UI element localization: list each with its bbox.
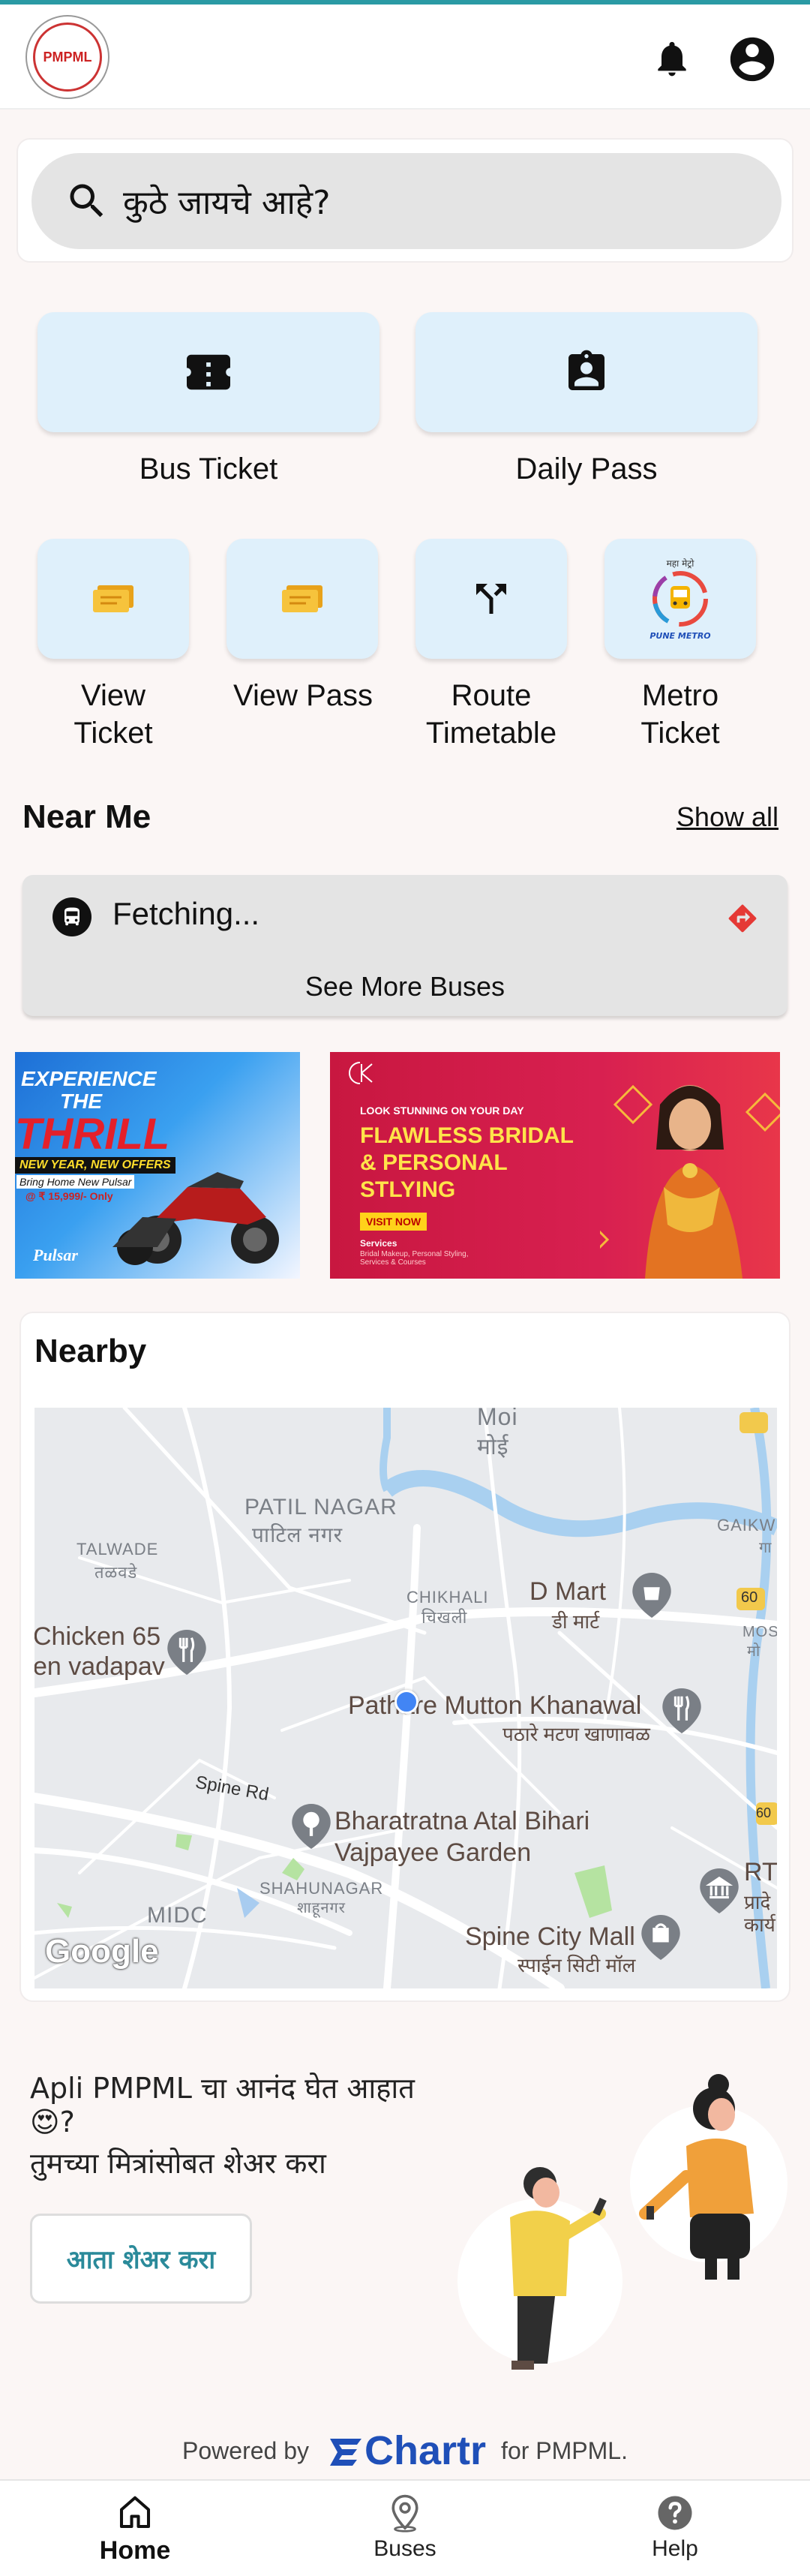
pass-stack-icon	[282, 585, 322, 612]
motorcycle-image	[112, 1172, 279, 1265]
friends-sharing-illustration	[458, 2074, 788, 2370]
restaurant-pin-icon[interactable]	[662, 1688, 702, 1733]
google-logo: Google	[45, 1933, 159, 1970]
view-pass-button[interactable]	[226, 539, 378, 659]
for-pmpml-text: for PMPML.	[501, 2436, 628, 2464]
account-circle-icon[interactable]	[726, 33, 778, 86]
visit-now-button[interactable]: VISIT NOW	[360, 1213, 428, 1231]
share-now-button[interactable]: आता शेअर करा	[30, 2214, 252, 2304]
view-ticket-button[interactable]	[38, 539, 189, 659]
view-pass-label-1: View Pass	[232, 679, 373, 712]
metro-train-icon	[652, 571, 708, 627]
see-more-buses-button[interactable]: See More Buses	[22, 971, 788, 1002]
daily-pass-button[interactable]	[416, 312, 758, 432]
restaurant-pin-icon[interactable]	[166, 1630, 207, 1675]
park-pin-icon[interactable]	[291, 1804, 332, 1849]
bride-image	[600, 1084, 780, 1279]
search-placeholder: कुठे जायचे आहे?	[123, 184, 331, 222]
share-line-1: Apli PMPML चा आनंद घेत आहात	[30, 2072, 415, 2105]
route-timetable-label-2: Timetable	[425, 717, 557, 750]
bus-icon	[52, 897, 92, 936]
search-card: कुठे जायचे आहे?	[16, 138, 794, 263]
route-timetable-label-1: Route	[451, 679, 532, 712]
bus-ticket-button[interactable]	[38, 312, 380, 432]
nearby-card: Nearby Moi मोई PATIL NAGAR पाटिल नगर TAL…	[20, 1312, 790, 2002]
government-pin-icon[interactable]	[699, 1868, 740, 1913]
view-ticket-label-1: View	[81, 679, 146, 712]
nav-buses-label: Buses	[374, 2536, 436, 2561]
nearby-map[interactable]: Moi मोई PATIL NAGAR पाटिल नगर TALWADE तळ…	[34, 1408, 777, 1988]
bell-icon[interactable]	[651, 38, 693, 80]
home-icon	[119, 2496, 151, 2529]
help-icon	[658, 2496, 692, 2530]
bus-ticket-label: Bus Ticket	[139, 452, 278, 485]
daily-pass-label: Daily Pass	[515, 452, 658, 485]
bridal-ad-banner[interactable]: LOOK STUNNING ON YOUR DAY FLAWLESS BRIDA…	[330, 1052, 780, 1279]
metro-ticket-label-1: Metro	[641, 679, 719, 712]
shopping-pin-icon[interactable]	[632, 1573, 672, 1618]
metro-ticket-label-2: Ticket	[640, 717, 720, 750]
chartr-logo[interactable]: Chartr	[327, 2427, 486, 2474]
nearby-title: Nearby	[34, 1333, 147, 1369]
pune-metro-logo: महा मेट्रो PUNE METRO	[650, 558, 711, 641]
metro-ticket-button[interactable]: महा मेट्रो PUNE METRO	[604, 539, 756, 659]
nav-home-label: Home	[99, 2536, 171, 2565]
salon-logo-icon	[349, 1062, 373, 1084]
pulsar-ad-banner[interactable]: EXPERIENCE THE THRILL NEW YEAR, NEW OFFE…	[15, 1052, 300, 1279]
powered-by-text: Powered by	[182, 2436, 310, 2464]
logo-text: PMPML	[43, 49, 92, 65]
fetching-status: Fetching...	[112, 896, 260, 931]
ticket-stack-icon	[93, 585, 134, 612]
nav-help-label: Help	[652, 2536, 698, 2561]
directions-icon[interactable]	[726, 902, 759, 935]
powered-by-footer: Powered by Chartr for PMPML.	[0, 2428, 810, 2473]
view-ticket-label-2: Ticket	[74, 717, 153, 750]
route-fork-icon	[476, 584, 506, 614]
share-line-2: 😍?	[30, 2106, 75, 2139]
nav-buses[interactable]: Buses	[315, 2481, 495, 2576]
nav-help[interactable]: Help	[585, 2481, 765, 2576]
mall-pin-icon[interactable]	[640, 1915, 681, 1960]
share-line-3: तुमच्या मित्रांसोबत शेअर करा	[30, 2147, 326, 2180]
location-pin-icon	[392, 2494, 418, 2532]
search-icon	[70, 184, 104, 218]
badge-icon	[568, 350, 604, 390]
bottom-navigation: Home Buses Help	[0, 2479, 810, 2576]
show-all-link[interactable]: Show all	[676, 801, 778, 833]
pmpml-logo[interactable]: PMPML	[26, 15, 110, 99]
ticket-icon	[187, 354, 230, 390]
search-input[interactable]: कुठे जायचे आहे?	[32, 153, 782, 249]
app-header: PMPML	[0, 5, 810, 110]
current-location-dot	[394, 1690, 418, 1714]
near-me-title: Near Me	[22, 798, 152, 835]
nav-home[interactable]: Home	[45, 2481, 225, 2576]
chartr-mark-icon	[330, 2439, 362, 2466]
route-timetable-button[interactable]	[416, 539, 567, 659]
near-me-card[interactable]: Fetching... See More Buses	[22, 875, 788, 1016]
